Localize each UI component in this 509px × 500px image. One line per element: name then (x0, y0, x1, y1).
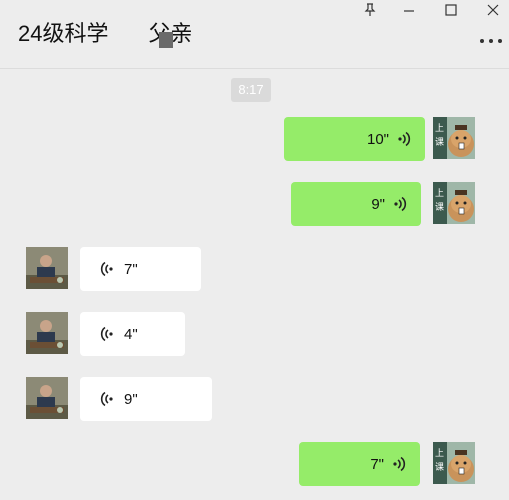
voice-message-sent[interactable]: 9" (291, 182, 421, 226)
maximize-button[interactable] (440, 0, 462, 20)
more-icon-dot (489, 39, 493, 43)
svg-text:上: 上 (435, 448, 444, 459)
avatar-contact[interactable] (26, 247, 68, 289)
maximize-icon (445, 4, 457, 16)
minimize-icon (404, 10, 414, 12)
voice-wave-icon (397, 131, 411, 147)
voice-wave-icon (392, 456, 406, 472)
avatar-contact[interactable] (26, 312, 68, 354)
voice-message-received[interactable]: 9" (80, 377, 212, 421)
voice-wave-icon (100, 261, 114, 277)
message-timestamp: 8:17 (231, 78, 271, 102)
voice-message-sent[interactable]: 10" (284, 117, 425, 161)
voice-duration: 10" (366, 130, 389, 148)
svg-text:上: 上 (435, 188, 444, 199)
voice-duration: 4" (124, 325, 138, 343)
svg-text:课: 课 (435, 202, 444, 213)
voice-duration: 9" (371, 195, 385, 213)
avatar-contact[interactable] (26, 377, 68, 419)
minimize-button[interactable] (398, 0, 420, 20)
svg-text:课: 课 (435, 137, 444, 148)
voice-message-received[interactable]: 7" (80, 247, 201, 291)
close-icon (487, 4, 499, 16)
svg-text:课: 课 (435, 462, 444, 473)
close-button[interactable] (482, 0, 504, 20)
voice-message-received[interactable]: 4" (80, 312, 185, 356)
voice-wave-icon (393, 196, 407, 212)
chat-title-prefix: 24级科学 (18, 21, 109, 46)
avatar-self[interactable]: 上 课 (433, 182, 475, 224)
voice-duration: 9" (124, 390, 138, 408)
more-icon-dot (498, 39, 502, 43)
chat-window: 24级科学父亲 8:17 (0, 0, 509, 500)
voice-duration: 7" (370, 455, 384, 473)
more-button[interactable] (480, 33, 502, 49)
avatar-self[interactable]: 上 课 (433, 442, 475, 484)
chat-header: 24级科学父亲 (0, 0, 509, 69)
voice-message-sent[interactable]: 7" (299, 442, 420, 486)
redaction-block (159, 32, 173, 48)
voice-wave-icon (100, 391, 114, 407)
svg-text:上: 上 (435, 123, 444, 134)
voice-wave-icon (100, 326, 114, 342)
voice-duration: 7" (124, 260, 138, 278)
avatar-self[interactable]: 上 课 (433, 117, 475, 159)
pin-icon (364, 3, 376, 16)
more-icon (480, 39, 484, 43)
pin-button[interactable] (359, 0, 381, 20)
